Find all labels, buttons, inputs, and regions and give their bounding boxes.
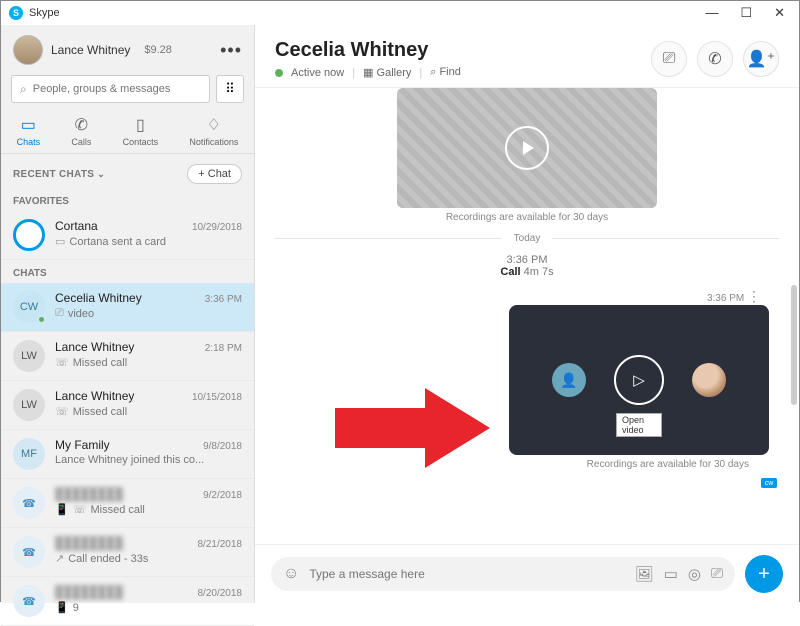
nav-tabs: ▭ Chats ✆ Calls ▯ Contacts ♢ Notificatio… — [1, 111, 254, 154]
search-input[interactable] — [33, 83, 201, 95]
redacted-name: ████████ — [55, 487, 123, 501]
phone-icon: 📱 — [55, 601, 69, 614]
phone-avatar: ☎ — [13, 536, 45, 568]
message-input[interactable] — [309, 567, 624, 581]
conversation-panel: Cecelia Whitney Active now | ▦ Gallery |… — [255, 25, 799, 603]
presence-icon — [275, 69, 283, 77]
profile-credit: $9.28 — [144, 44, 172, 56]
open-video-button[interactable]: ▷ Open video — [614, 355, 664, 405]
redacted-name: ████████ — [55, 536, 123, 550]
scrollbar[interactable] — [791, 285, 797, 405]
search-box[interactable]: ⌕ — [11, 75, 210, 103]
audio-call-button[interactable]: ✆ — [697, 41, 733, 77]
compose-box[interactable]: ☺ 🖼 ▭ ◎ ⎚ — [271, 557, 735, 591]
participant-avatar — [692, 363, 726, 397]
call-icon: ↗ — [55, 552, 64, 565]
phone-icon: ✆ — [708, 49, 721, 69]
skype-logo-icon: S — [9, 6, 23, 20]
video-icon: ⎚ — [663, 50, 676, 68]
chat-item[interactable]: MF My Family9/8/2018 Lance Whitney joine… — [1, 430, 254, 479]
conversation-title: Cecelia Whitney — [275, 39, 651, 62]
status-text: Active now — [291, 67, 344, 79]
my-avatar[interactable] — [13, 35, 43, 65]
phone-avatar: ☎ — [13, 487, 45, 519]
tab-chats[interactable]: ▭ Chats — [17, 115, 41, 147]
chats-label: CHATS — [1, 260, 254, 283]
open-video-tooltip: Open video — [616, 413, 662, 437]
titlebar: S Skype — ☐ ✕ — [1, 1, 799, 25]
tab-notifications[interactable]: ♢ Notifications — [189, 115, 238, 147]
recording-card-prev[interactable] — [397, 88, 657, 208]
video-call-button[interactable]: ⎚ — [651, 41, 687, 77]
annotation-arrow — [335, 378, 495, 478]
chat-item[interactable]: LW Lance Whitney2:18 PM ☏Missed call — [1, 332, 254, 381]
chat-item[interactable]: ☎ ████████9/2/2018 📱☏Missed call — [1, 479, 254, 528]
cortana-avatar — [13, 219, 45, 251]
message-more-button[interactable]: ⋮ — [747, 288, 761, 304]
contacts-icon: ▯ — [136, 115, 145, 135]
chat-item[interactable]: ☎ ████████8/21/2018 ↗Call ended - 33s — [1, 528, 254, 577]
send-fab[interactable]: + — [745, 555, 783, 593]
window-title: Skype — [29, 7, 60, 19]
add-people-button[interactable]: 👤⁺ — [743, 41, 779, 77]
day-divider: Today — [275, 233, 779, 244]
close-button[interactable]: ✕ — [774, 5, 785, 21]
avatar: CW — [13, 291, 45, 323]
recent-chats-label: RECENT CHATS ⌄ — [13, 169, 105, 180]
presence-dot — [37, 315, 46, 324]
bell-icon: ♢ — [207, 115, 221, 135]
camera-icon[interactable]: ⎚ — [711, 565, 723, 583]
redacted-name: ████████ — [55, 585, 123, 599]
phone-avatar: ☎ — [13, 585, 45, 617]
read-receipt-badge: cw — [761, 478, 777, 488]
favorites-label: FAVORITES — [1, 188, 254, 211]
call-summary: 3:36 PM Call 4m 7s — [275, 254, 779, 278]
play-icon — [523, 141, 534, 155]
conversation-header: Cecelia Whitney Active now | ▦ Gallery |… — [255, 25, 799, 88]
dialpad-button[interactable]: ⠿ — [216, 75, 244, 103]
find-link[interactable]: ⌕ Find — [430, 66, 461, 79]
add-person-icon: 👤⁺ — [747, 49, 775, 69]
missed-call-icon: ☏ — [73, 503, 87, 516]
avatar: LW — [13, 340, 45, 372]
video-recording-card[interactable]: 👤 ▷ Open video — [509, 305, 769, 455]
tab-contacts[interactable]: ▯ Contacts — [123, 115, 159, 147]
conversation-body[interactable]: Recordings are available for 30 days Tod… — [255, 88, 799, 544]
chat-item-cortana[interactable]: Cortana 10/29/2018 ▭Cortana sent a card — [1, 211, 254, 260]
video-icon: ⎚ — [55, 307, 64, 320]
message-timestamp: 3:36 PM ⋮ — [275, 288, 779, 305]
chats-icon: ▭ — [21, 115, 36, 135]
file-icon[interactable]: ▭ — [664, 565, 678, 583]
phone-icon: 📱 — [55, 503, 69, 516]
recording-note: Recordings are available for 30 days — [275, 212, 779, 223]
profile-row[interactable]: Lance Whitney $9.28 ••• — [1, 25, 254, 75]
minimize-button[interactable]: — — [705, 5, 718, 21]
missed-call-icon: ☏ — [55, 356, 69, 369]
participant-avatar: 👤 — [552, 363, 586, 397]
search-icon: ⌕ — [20, 82, 27, 97]
play-button[interactable] — [505, 126, 549, 170]
cursor-icon: ▷ — [633, 371, 645, 389]
new-chat-button[interactable]: + Chat — [187, 164, 242, 184]
tab-calls[interactable]: ✆ Calls — [71, 115, 91, 147]
image-icon[interactable]: 🖼 — [635, 565, 654, 583]
chat-item[interactable]: LW Lance Whitney10/15/2018 ☏Missed call — [1, 381, 254, 430]
profile-name: Lance Whitney — [51, 43, 130, 57]
calls-icon: ✆ — [75, 115, 88, 135]
gallery-link[interactable]: ▦ Gallery — [363, 66, 411, 79]
card-icon: ▭ — [55, 235, 65, 248]
composer: ☺ 🖼 ▭ ◎ ⎚ + — [255, 544, 799, 603]
missed-call-icon: ☏ — [55, 405, 69, 418]
sidebar: Lance Whitney $9.28 ••• ⌕ ⠿ ▭ Chats ✆ Ca… — [1, 25, 255, 603]
location-icon[interactable]: ◎ — [688, 565, 701, 583]
emoji-icon[interactable]: ☺ — [283, 565, 299, 583]
maximize-button[interactable]: ☐ — [740, 5, 752, 21]
more-menu-button[interactable]: ••• — [220, 40, 242, 61]
avatar: LW — [13, 389, 45, 421]
avatar: MF — [13, 438, 45, 470]
chat-item-cecelia[interactable]: CW Cecelia Whitney3:36 PM ⎚video — [1, 283, 254, 332]
